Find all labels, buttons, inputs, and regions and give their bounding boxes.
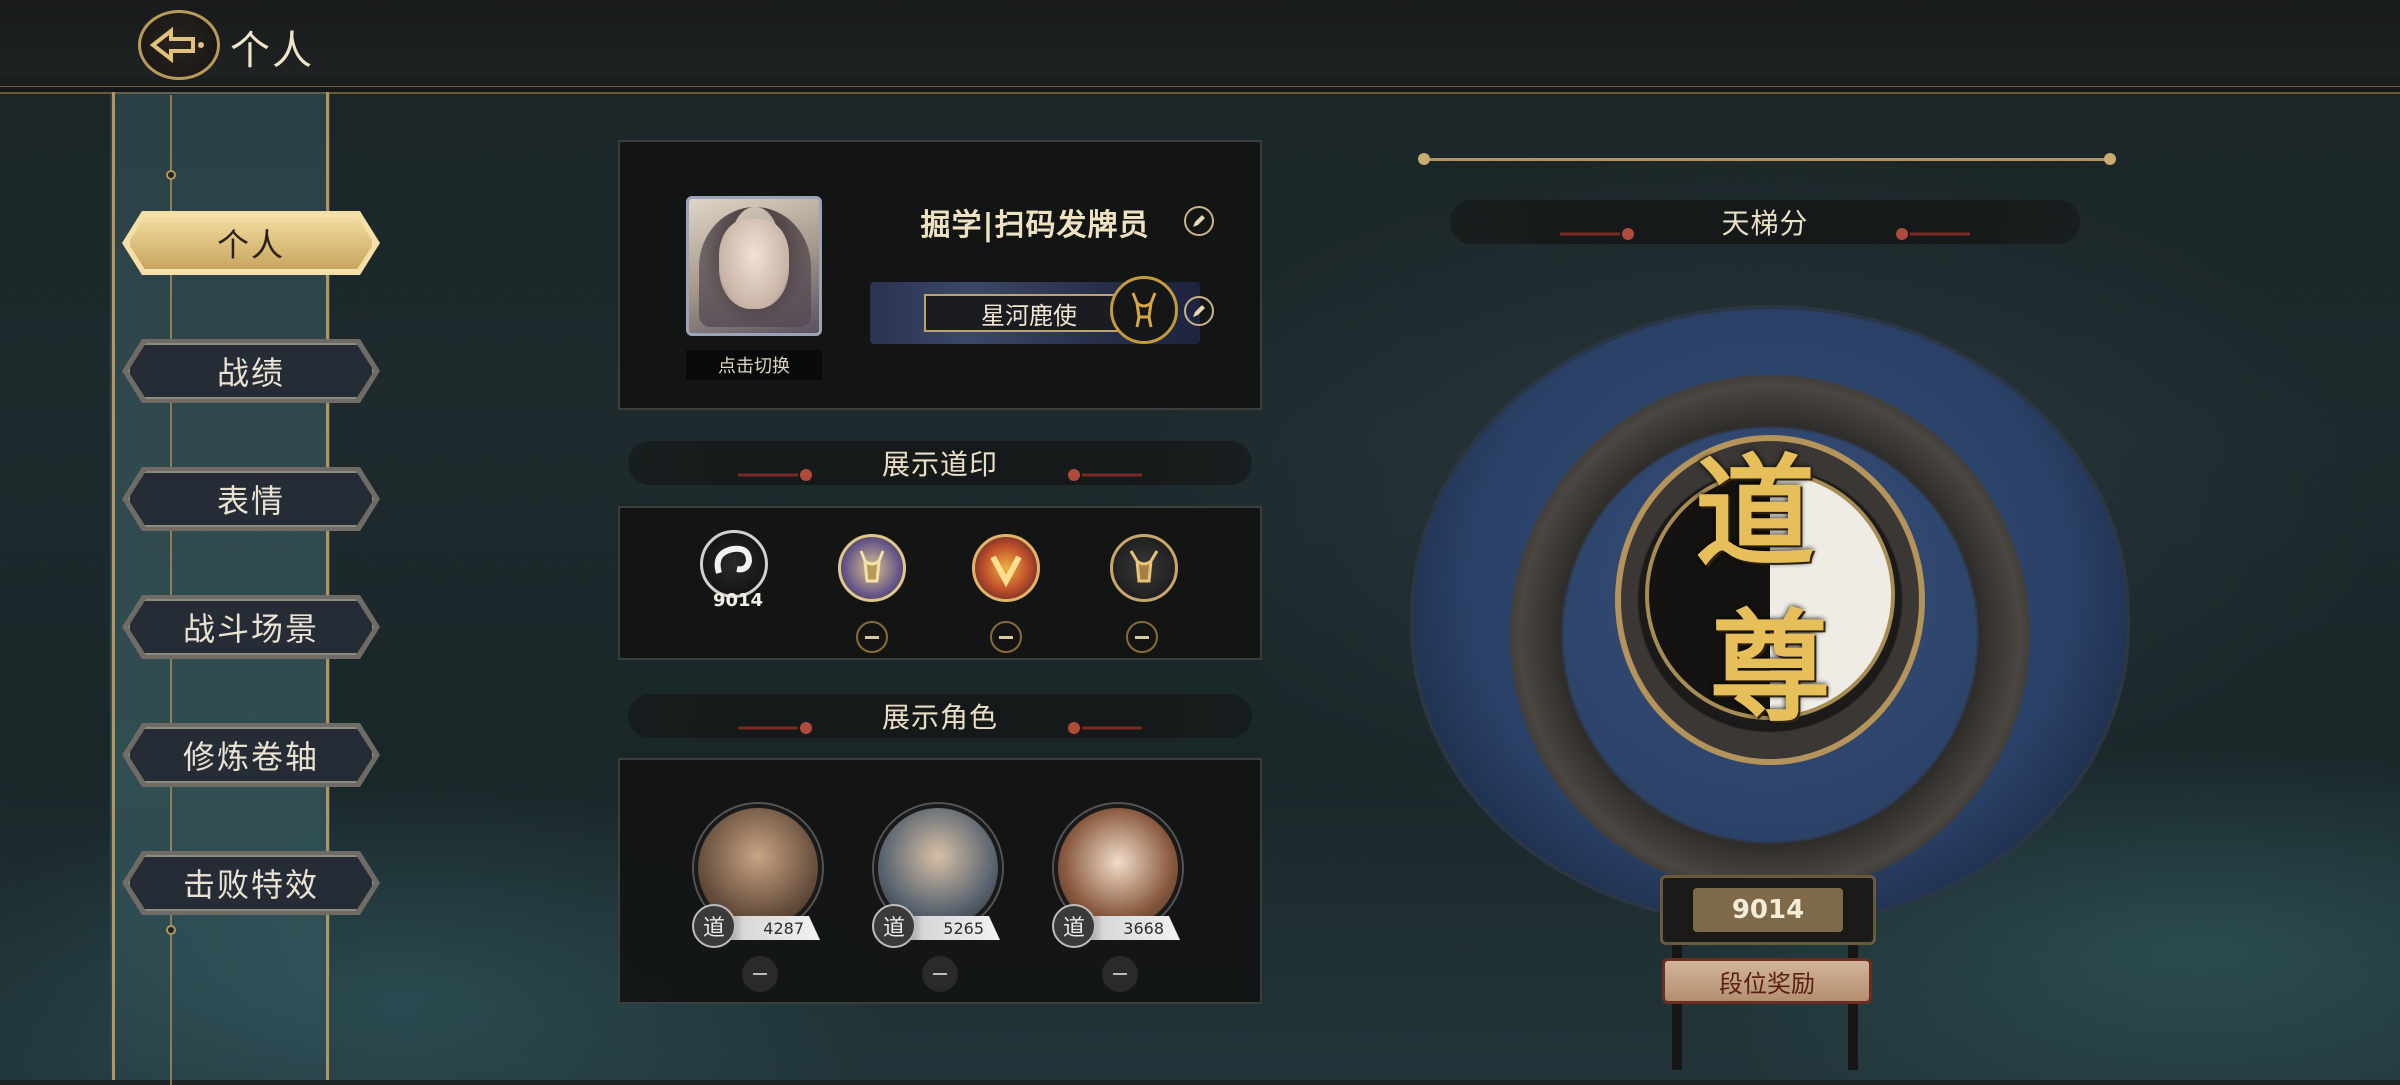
characters-section-header: 展示角色 <box>628 694 1252 738</box>
seals-section-header: 展示道印 <box>628 441 1252 485</box>
flower-ornament-icon <box>1062 709 1142 734</box>
deer-seal-icon <box>859 550 885 583</box>
flower-ornament-icon <box>738 709 818 734</box>
rank-reward-button[interactable]: 段位奖励 <box>1662 958 1872 1004</box>
top-bar <box>0 0 2400 94</box>
rank-char-2: 尊 <box>1710 597 1830 738</box>
seal-value: 9014 <box>712 590 764 611</box>
deer-emblem-icon <box>1110 276 1178 344</box>
seal-slot-4[interactable] <box>1110 534 1178 602</box>
sidebar-item-defeat-effect[interactable]: 击败特效 <box>128 855 374 911</box>
back-button[interactable] <box>138 10 220 80</box>
edit-name-icon[interactable] <box>1184 206 1214 236</box>
dao-rank-badge: 道 <box>1052 904 1096 948</box>
pencil-icon <box>1193 215 1205 227</box>
remove-character-1-button[interactable] <box>742 956 778 992</box>
fire-seal-icon <box>990 555 1022 588</box>
flower-ornament-icon <box>1062 456 1142 481</box>
remove-seal-3-button[interactable] <box>990 621 1022 653</box>
rail-dot <box>166 170 176 180</box>
sidebar-item-battle-scene[interactable]: 战斗场景 <box>128 599 374 655</box>
sidebar-item-personal[interactable]: 个人 <box>128 215 374 271</box>
avatar[interactable] <box>686 196 822 336</box>
ladder-top-rule <box>1424 158 2114 161</box>
dao-rank-badge: 道 <box>872 904 916 948</box>
swirl-seal-icon <box>714 545 753 574</box>
remove-character-2-button[interactable] <box>922 956 958 992</box>
page-title: 个人 <box>230 28 314 74</box>
ladder-section-title: 天梯分 <box>1721 207 1809 240</box>
characters-section-title: 展示角色 <box>881 701 998 734</box>
pencil-icon <box>1193 305 1205 317</box>
sidebar-rail-left <box>112 92 115 1080</box>
seal-slot-3[interactable] <box>972 534 1040 602</box>
avatar-face <box>719 219 789 309</box>
remove-seal-4-button[interactable] <box>1126 621 1158 653</box>
rank-char-1: 道 <box>1695 442 1815 583</box>
edit-title-icon[interactable] <box>1184 296 1214 326</box>
rule-end-dot <box>1418 153 1430 165</box>
sidebar-item-emote[interactable]: 表情 <box>128 471 374 527</box>
flower-ornament-icon <box>738 456 818 481</box>
dao-rank-badge: 道 <box>692 904 736 948</box>
rank-emblem[interactable]: 道 尊 <box>1410 305 2130 925</box>
sidebar-item-record[interactable]: 战绩 <box>128 343 374 399</box>
sidebar-item-scroll[interactable]: 修炼卷轴 <box>128 727 374 783</box>
flower-ornament-icon <box>1890 215 1970 240</box>
remove-seal-2-button[interactable] <box>856 621 888 653</box>
back-arrow-icon <box>149 26 204 64</box>
player-name: 掘学|扫码发牌员 <box>920 208 1150 243</box>
seal-slot-2[interactable] <box>838 534 906 602</box>
seals-section-title: 展示道印 <box>881 448 998 481</box>
top-bar-divider <box>0 86 2400 87</box>
ladder-score: 9014 <box>1693 888 1843 932</box>
title-badge-label: 星河鹿使 <box>924 294 1134 332</box>
rail-dot <box>166 925 176 935</box>
flower-ornament-icon <box>1560 215 1640 240</box>
ladder-score-plate: 9014 <box>1660 875 1876 945</box>
remove-character-3-button[interactable] <box>1102 956 1138 992</box>
ladder-section-header: 天梯分 <box>1450 200 2080 244</box>
rule-end-dot <box>2104 153 2116 165</box>
deer-seal-icon <box>1129 550 1159 583</box>
avatar-switch-label[interactable]: 点击切换 <box>686 350 822 380</box>
seal-slot-1[interactable] <box>700 530 768 598</box>
